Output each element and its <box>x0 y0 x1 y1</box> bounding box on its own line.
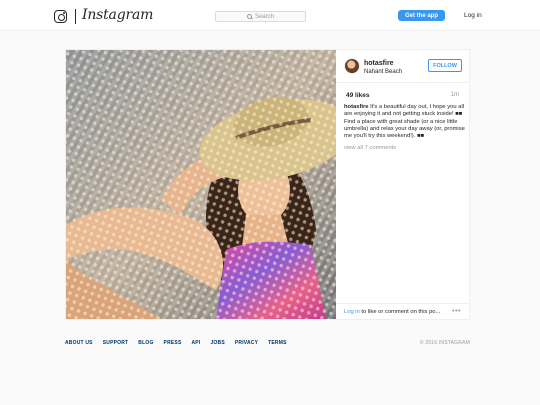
caption-username[interactable]: hotasfire <box>344 104 368 110</box>
search-icon <box>246 14 252 19</box>
copyright: © 2016 INSTAGRAM <box>419 340 470 346</box>
post-header: hotasfire Nahant Beach FOLLOW <box>336 50 469 83</box>
post-caption: hotasfire It's a beautiful day out, I ho… <box>344 104 466 140</box>
instagram-wordmark[interactable]: Instagram <box>82 7 153 23</box>
view-all-comments-link[interactable]: view all 7 comments <box>344 145 396 151</box>
get-the-app-button[interactable]: Get the app <box>398 10 445 21</box>
post-photo-illustration <box>66 50 336 319</box>
login-link[interactable]: Log in <box>464 12 482 19</box>
comment-login-link[interactable]: Log in <box>344 309 360 315</box>
post-photo[interactable] <box>66 50 336 319</box>
footer-link-about[interactable]: ABOUT US <box>65 340 93 346</box>
instagram-camera-icon[interactable] <box>54 10 67 23</box>
comment-prompt-text: to like or comment on this po... <box>359 309 441 315</box>
footer-link-press[interactable]: PRESS <box>164 340 182 346</box>
avatar[interactable] <box>344 58 360 74</box>
more-options-icon[interactable]: ••• <box>452 308 461 315</box>
post-location[interactable]: Nahant Beach <box>364 69 402 75</box>
footer-link-support[interactable]: SUPPORT <box>103 340 129 346</box>
footer-link-blog[interactable]: BLOG <box>138 340 153 346</box>
footer-links: ABOUT US SUPPORT BLOG PRESS API JOBS PRI… <box>65 340 287 346</box>
follow-button[interactable]: FOLLOW <box>428 59 462 72</box>
footer-link-terms[interactable]: TERMS <box>268 340 287 346</box>
top-navigation-bar: Instagram Search Get the app Log in <box>0 0 540 31</box>
comment-bar: Log in to like or comment on this po... … <box>336 303 469 319</box>
comment-prompt: Log in to like or comment on this po... <box>344 309 440 315</box>
footer-link-jobs[interactable]: JOBS <box>210 340 224 346</box>
post-sidebar: hotasfire Nahant Beach FOLLOW 49 likes 1… <box>336 50 469 319</box>
post-time[interactable]: 1m <box>451 92 459 98</box>
likes-count[interactable]: 49 likes <box>346 92 370 99</box>
logo-divider <box>75 9 76 24</box>
search-placeholder: Search <box>254 13 274 20</box>
footer-link-privacy[interactable]: PRIVACY <box>235 340 258 346</box>
post-card: hotasfire Nahant Beach FOLLOW 49 likes 1… <box>65 49 470 320</box>
footer-link-api[interactable]: API <box>192 340 201 346</box>
post-username[interactable]: hotasfire <box>364 60 394 67</box>
search-input[interactable]: Search <box>215 11 306 22</box>
